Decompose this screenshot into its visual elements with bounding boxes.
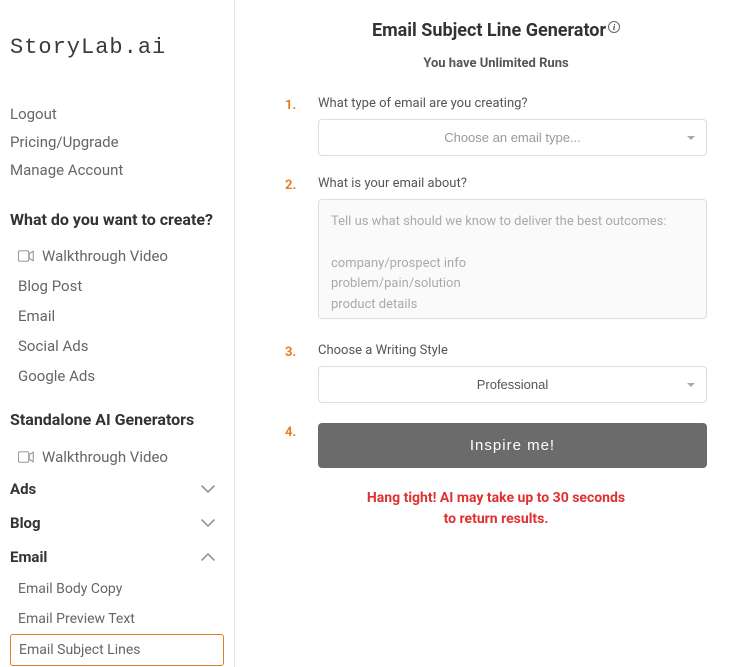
manage-account-link[interactable]: Manage Account (10, 156, 224, 184)
chevron-up-icon (200, 552, 216, 562)
create-section-title: What do you want to create? (10, 209, 224, 231)
email-about-textarea[interactable] (318, 199, 707, 319)
writing-style-select[interactable]: Professional (318, 366, 707, 403)
sidebar: StoryLab.ai Logout Pricing/Upgrade Manag… (0, 0, 235, 667)
chevron-down-icon (200, 484, 216, 494)
walkthrough-video-create[interactable]: Walkthrough Video (10, 241, 224, 271)
inspire-button[interactable]: Inspire me! (318, 423, 707, 468)
walkthrough-label: Walkthrough Video (42, 247, 168, 265)
video-icon (18, 250, 34, 262)
main-content: Email Subject Line Generator i You have … (235, 0, 737, 667)
nav-social-ads[interactable]: Social Ads (10, 331, 224, 361)
wait-message: Hang tight! AI may take up to 30 seconds… (285, 488, 707, 530)
accordion-email[interactable]: Email (10, 540, 224, 574)
step-2-number: 2. (285, 176, 303, 193)
account-links: Logout Pricing/Upgrade Manage Account (10, 100, 224, 184)
email-type-select[interactable]: Choose an email type... (318, 119, 707, 156)
info-icon[interactable]: i (608, 21, 620, 33)
chevron-down-icon (200, 518, 216, 528)
sub-email-preview[interactable]: Email Preview Text (10, 604, 224, 634)
step-3-number: 3. (285, 343, 303, 360)
q3-label: Choose a Writing Style (318, 343, 707, 358)
nav-email[interactable]: Email (10, 301, 224, 331)
accordion-blog[interactable]: Blog (10, 506, 224, 540)
logout-link[interactable]: Logout (10, 100, 224, 128)
walkthrough-video-standalone[interactable]: Walkthrough Video (10, 442, 224, 472)
runs-info: You have Unlimited Runs (285, 56, 707, 71)
nav-google-ads[interactable]: Google Ads (10, 361, 224, 391)
q2-label: What is your email about? (318, 176, 707, 191)
page-title: Email Subject Line Generator i (285, 20, 707, 41)
brand-logo: StoryLab.ai (10, 35, 224, 60)
standalone-section-title: Standalone AI Generators (10, 409, 224, 431)
accordion-ads[interactable]: Ads (10, 472, 224, 506)
video-icon (18, 451, 34, 463)
walkthrough-label: Walkthrough Video (42, 448, 168, 466)
nav-blog-post[interactable]: Blog Post (10, 271, 224, 301)
q1-label: What type of email are you creating? (318, 96, 707, 111)
step-4-number: 4. (285, 423, 303, 440)
sub-email-subject[interactable]: Email Subject Lines (10, 634, 224, 666)
pricing-link[interactable]: Pricing/Upgrade (10, 128, 224, 156)
step-1-number: 1. (285, 96, 303, 113)
sub-email-body[interactable]: Email Body Copy (10, 574, 224, 604)
